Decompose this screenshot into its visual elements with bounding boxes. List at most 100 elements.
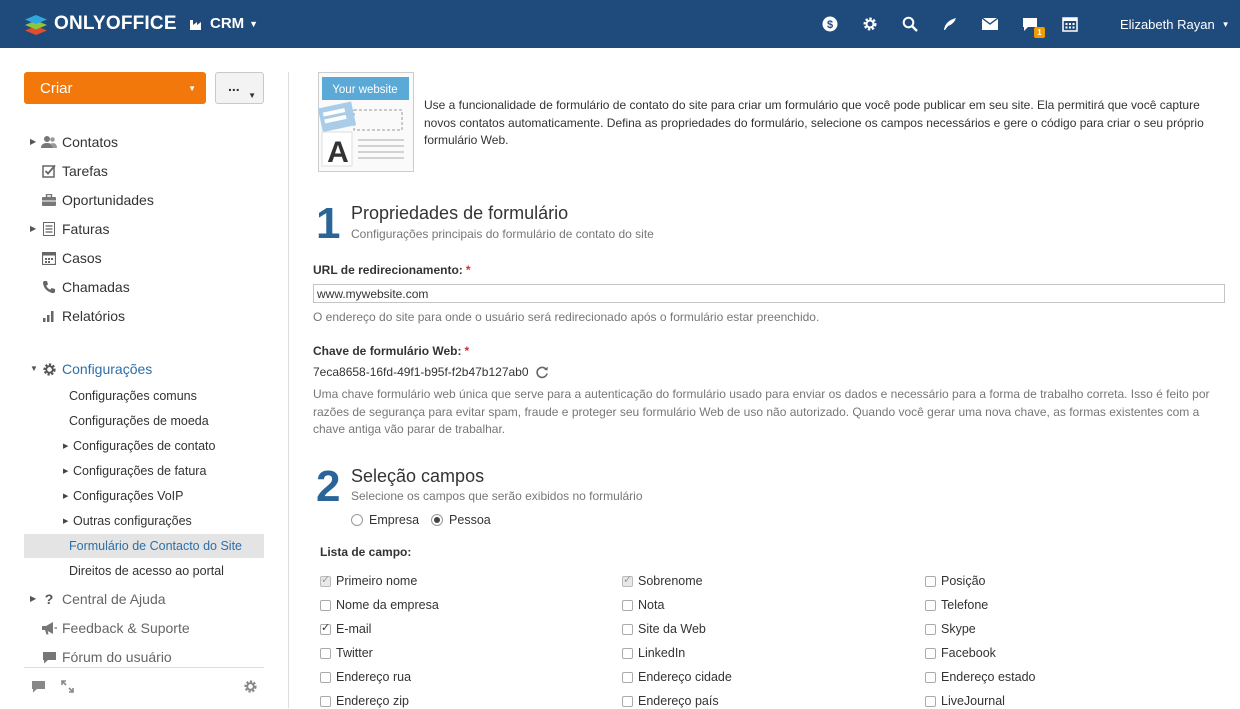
field-checkbox-label: Primeiro nome (336, 574, 418, 588)
settings-item-currency[interactable]: Configurações de moeda (24, 409, 264, 433)
field-checkbox[interactable] (925, 623, 936, 635)
field-checkbox-item[interactable]: LiveJournal (925, 693, 1005, 709)
dollar-icon[interactable]: $ (821, 15, 839, 33)
field-checkbox-label: Posição (941, 574, 986, 588)
mail-icon[interactable] (981, 15, 999, 33)
field-checkbox[interactable] (320, 647, 331, 659)
settings-item-invoice[interactable]: ▶ Configurações de fatura (24, 459, 264, 483)
field-checkbox-item[interactable]: Site da Web (622, 621, 706, 637)
more-actions-button[interactable]: ... ▼ (215, 72, 264, 104)
create-button[interactable]: Criar ▼ (24, 72, 206, 104)
collapse-arrow-icon[interactable]: ▼ (30, 364, 38, 373)
field-checkbox[interactable] (320, 599, 331, 611)
radio-person-label[interactable]: Pessoa (449, 513, 491, 527)
sidebar-item-tasks[interactable]: Tarefas (24, 159, 264, 183)
field-checkbox[interactable] (925, 575, 936, 587)
field-checkbox[interactable] (320, 695, 331, 707)
search-icon[interactable] (901, 15, 919, 33)
sidebar-item-opportunities[interactable]: Oportunidades (24, 188, 264, 212)
gear-icon[interactable] (861, 15, 879, 33)
web-form-key-label: Chave de formulário Web: * (313, 344, 469, 358)
more-actions-label: ... (228, 78, 240, 94)
megaphone-icon (41, 620, 57, 636)
field-checkbox[interactable] (925, 671, 936, 683)
field-checkbox[interactable] (925, 647, 936, 659)
field-checkbox-item[interactable]: Telefone (925, 597, 988, 613)
expand-arrow-icon[interactable]: ▶ (63, 517, 68, 525)
feed-icon[interactable] (941, 15, 959, 33)
field-checkbox[interactable] (925, 695, 936, 707)
settings-item-other[interactable]: ▶ Outras configurações (24, 509, 264, 533)
field-checkbox-item[interactable]: Endereço rua (320, 669, 411, 685)
settings-item-website-contact-form[interactable]: Formulário de Contacto do Site (24, 534, 264, 558)
field-checkbox-item[interactable]: Facebook (925, 645, 996, 661)
field-checkbox[interactable] (622, 671, 633, 683)
field-checkbox-item[interactable]: Endereço país (622, 693, 719, 709)
notification-badge: 1 (1034, 27, 1045, 38)
field-checkbox-label: Endereço estado (941, 670, 1036, 684)
expand-arrow-icon[interactable]: ▶ (63, 492, 68, 500)
field-checkbox-item[interactable]: Endereço estado (925, 669, 1036, 685)
sidebar-item-label: Casos (62, 250, 102, 266)
settings-item-voip[interactable]: ▶ Configurações VoIP (24, 484, 264, 508)
settings-item-label: Configurações de moeda (69, 414, 209, 428)
field-checkbox[interactable] (622, 623, 633, 635)
onlyoffice-logo[interactable]: ONLYOFFICE (24, 12, 177, 36)
field-checkbox[interactable] (320, 671, 331, 683)
tasks-icon (41, 163, 57, 179)
sidebar-item-reports[interactable]: Relatórios (24, 304, 264, 328)
field-list-label: Lista de campo: (320, 545, 412, 559)
gear-icon[interactable] (242, 678, 258, 694)
field-checkbox-item[interactable]: E-mail (320, 621, 371, 637)
field-checkbox[interactable] (925, 599, 936, 611)
field-checkbox-item[interactable]: LinkedIn (622, 645, 685, 661)
field-checkbox[interactable] (622, 695, 633, 707)
calendar-icon[interactable] (1061, 15, 1079, 33)
sidebar-item-settings[interactable]: ▼ Configurações (24, 357, 264, 381)
required-mark: * (465, 263, 471, 277)
sidebar-item-help-center[interactable]: ▶ ? Central de Ajuda (24, 587, 264, 611)
expand-arrow-icon[interactable]: ▶ (63, 467, 68, 475)
redirect-url-input[interactable] (313, 284, 1225, 303)
radio-company-label[interactable]: Empresa (369, 513, 419, 527)
user-name: Elizabeth Rayan (1120, 17, 1215, 32)
user-menu[interactable]: Elizabeth Rayan ▼ (1120, 17, 1230, 32)
field-checkbox-item[interactable]: Nome da empresa (320, 597, 439, 613)
expand-arrow-icon[interactable]: ▶ (30, 594, 36, 603)
sidebar-item-cases[interactable]: Casos (24, 246, 264, 270)
refresh-icon[interactable] (535, 365, 549, 379)
sidebar-item-feedback[interactable]: Feedback & Suporte (24, 616, 264, 640)
expand-icon[interactable] (59, 678, 75, 694)
sidebar-item-label: Relatórios (62, 308, 126, 324)
logo-icon (25, 15, 47, 35)
field-checkbox[interactable] (622, 647, 633, 659)
settings-item-label: Direitos de acesso ao portal (69, 564, 224, 578)
module-switcher[interactable]: CRM ▼ (190, 15, 258, 32)
expand-arrow-icon[interactable]: ▶ (30, 224, 36, 233)
field-checkbox-item[interactable]: Endereço zip (320, 693, 409, 709)
sidebar-item-contacts[interactable]: ▶ Contatos (24, 130, 264, 154)
field-checkbox[interactable] (320, 621, 331, 635)
chat-icon[interactable] (30, 678, 46, 694)
field-checkbox-label: LinkedIn (638, 646, 686, 660)
settings-item-label: Configurações VoIP (73, 489, 184, 503)
radio-company[interactable] (351, 514, 363, 526)
settings-item-portal-access[interactable]: Direitos de acesso ao portal (24, 559, 264, 583)
settings-item-common[interactable]: Configurações comuns (24, 384, 264, 408)
sidebar-item-calls[interactable]: Chamadas (24, 275, 264, 299)
settings-item-label: Configurações de fatura (73, 464, 207, 478)
field-checkbox-item[interactable]: Skype (925, 621, 976, 637)
field-checkbox-item[interactable]: Nota (622, 597, 664, 613)
field-checkbox-item[interactable]: Posição (925, 573, 985, 589)
field-checkbox[interactable] (622, 599, 633, 611)
field-checkbox-item[interactable]: Twitter (320, 645, 373, 661)
radio-person[interactable] (431, 514, 444, 526)
field-checkbox-label: Endereço país (638, 694, 719, 708)
expand-arrow-icon[interactable]: ▶ (30, 137, 36, 146)
expand-arrow-icon[interactable]: ▶ (63, 442, 68, 450)
sidebar-item-invoices[interactable]: ▶ Faturas (24, 217, 264, 241)
module-name: CRM (210, 15, 245, 32)
field-checkbox-item[interactable]: Endereço cidade (622, 669, 732, 685)
settings-item-contact[interactable]: ▶ Configurações de contato (24, 434, 264, 458)
sidebar-item-forum[interactable]: Fórum do usuário (24, 645, 264, 669)
